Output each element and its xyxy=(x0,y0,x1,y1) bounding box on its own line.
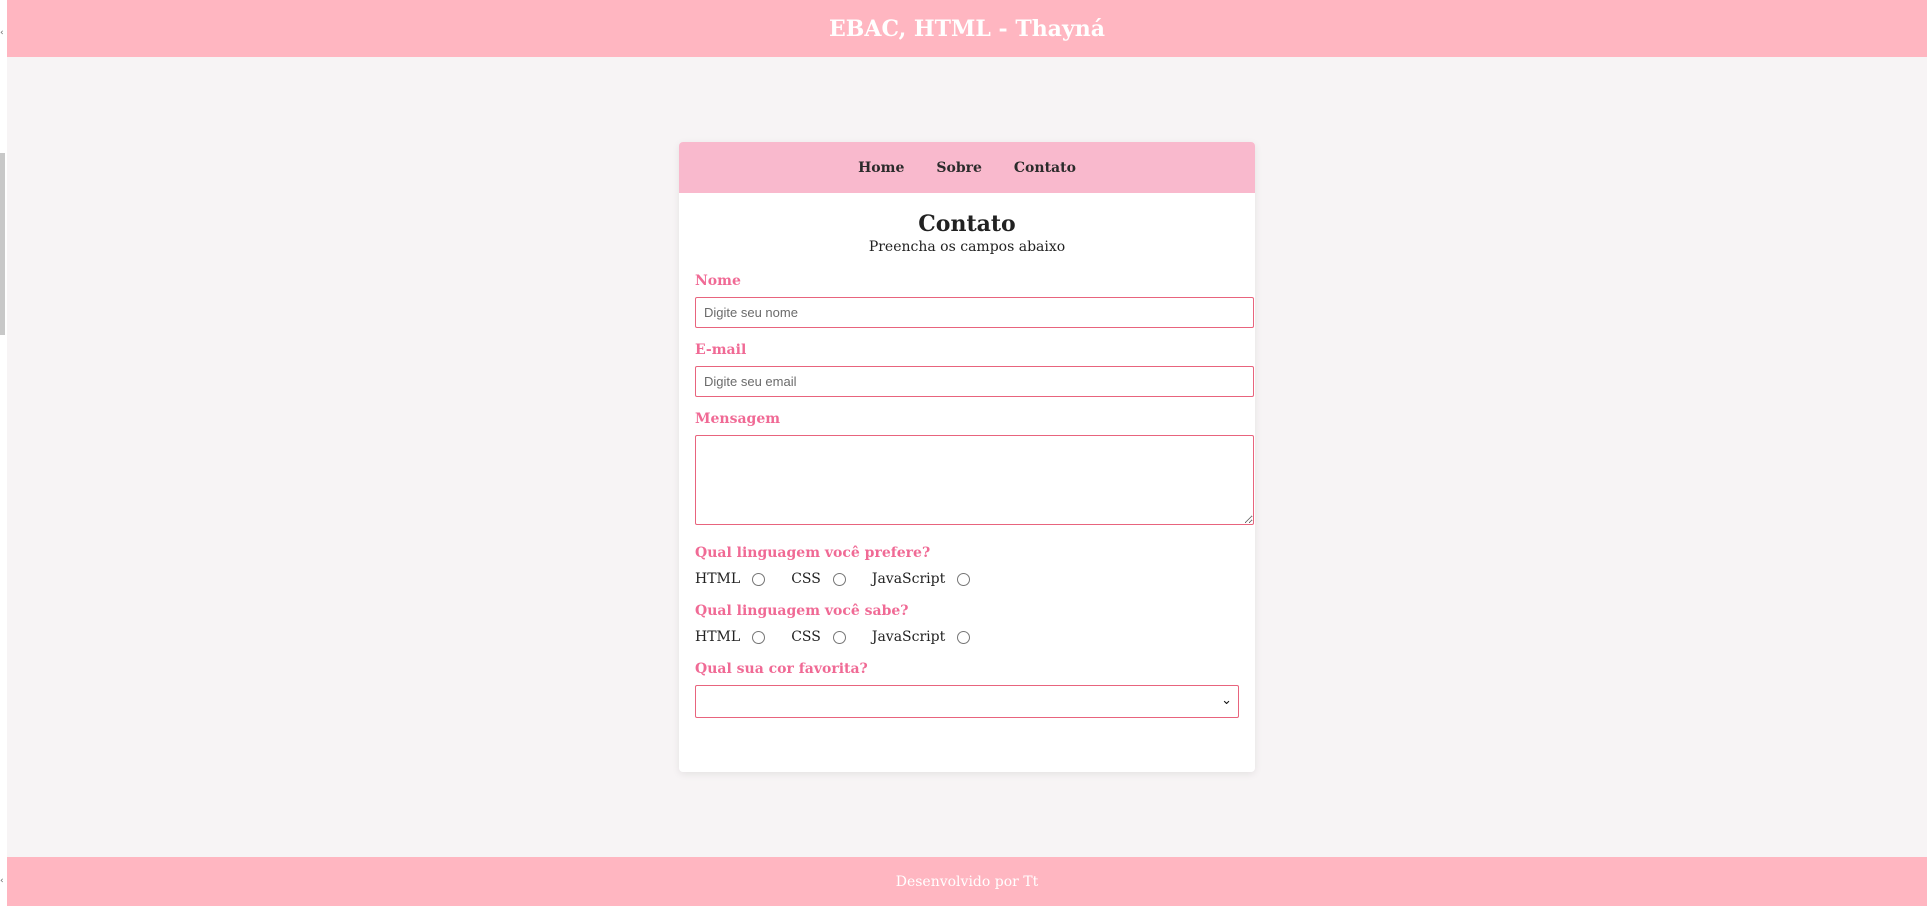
name-label: Nome xyxy=(695,273,741,289)
prefer-radio-css[interactable] xyxy=(832,572,846,586)
favorite-color-select[interactable]: ⌄ xyxy=(695,685,1239,718)
edge-arrow-icon: ‹ xyxy=(0,28,4,38)
nav-item-contato[interactable]: Contato xyxy=(1014,160,1076,176)
message-textarea[interactable] xyxy=(695,435,1254,525)
prefer-radio-html[interactable] xyxy=(752,572,766,586)
prefer-option-html-label: HTML xyxy=(695,571,741,587)
know-radio-javascript[interactable] xyxy=(957,630,971,644)
know-option-css-label: CSS xyxy=(791,629,821,645)
edge-arrow-icon: ‹ xyxy=(0,876,4,886)
scrollbar-thumb[interactable] xyxy=(0,153,5,335)
email-input[interactable] xyxy=(695,366,1254,397)
know-radio-html[interactable] xyxy=(752,630,766,644)
color-question: Qual sua cor favorita? xyxy=(695,661,868,677)
prefer-question: Qual linguagem você prefere? xyxy=(695,545,931,561)
message-label: Mensagem xyxy=(695,411,781,427)
prefer-radio-group: HTML CSS JavaScript xyxy=(695,569,1255,589)
site-title: EBAC, HTML - Thayná xyxy=(829,15,1105,42)
contact-form: Contato Preencha os campos abaixo Nome E… xyxy=(679,193,1255,718)
left-window-edge: ‹ ‹ xyxy=(0,0,7,906)
page-subtitle: Preencha os campos abaixo xyxy=(868,239,1066,255)
know-option-html-label: HTML xyxy=(695,629,741,645)
prefer-option-css-label: CSS xyxy=(791,571,821,587)
contact-card: Home Sobre Contato Contato Preencha os c… xyxy=(679,142,1255,772)
site-header: EBAC, HTML - Thayná xyxy=(7,0,1927,57)
chevron-down-icon: ⌄ xyxy=(1221,693,1232,708)
nav-item-sobre[interactable]: Sobre xyxy=(936,160,982,176)
name-input[interactable] xyxy=(695,297,1254,328)
know-option-js-label: JavaScript xyxy=(871,629,946,645)
main-nav: Home Sobre Contato xyxy=(679,142,1255,193)
prefer-option-js-label: JavaScript xyxy=(871,571,946,587)
footer-credit: Desenvolvido por Tt xyxy=(895,873,1039,890)
prefer-radio-javascript[interactable] xyxy=(957,572,971,586)
know-radio-group: HTML CSS JavaScript xyxy=(695,627,1255,647)
nav-item-home[interactable]: Home xyxy=(858,160,904,176)
site-footer: Desenvolvido por Tt xyxy=(7,857,1927,906)
know-radio-css[interactable] xyxy=(832,630,846,644)
know-question: Qual linguagem você sabe? xyxy=(695,603,909,619)
email-label: E-mail xyxy=(695,342,747,358)
page-title: Contato xyxy=(918,211,1016,237)
